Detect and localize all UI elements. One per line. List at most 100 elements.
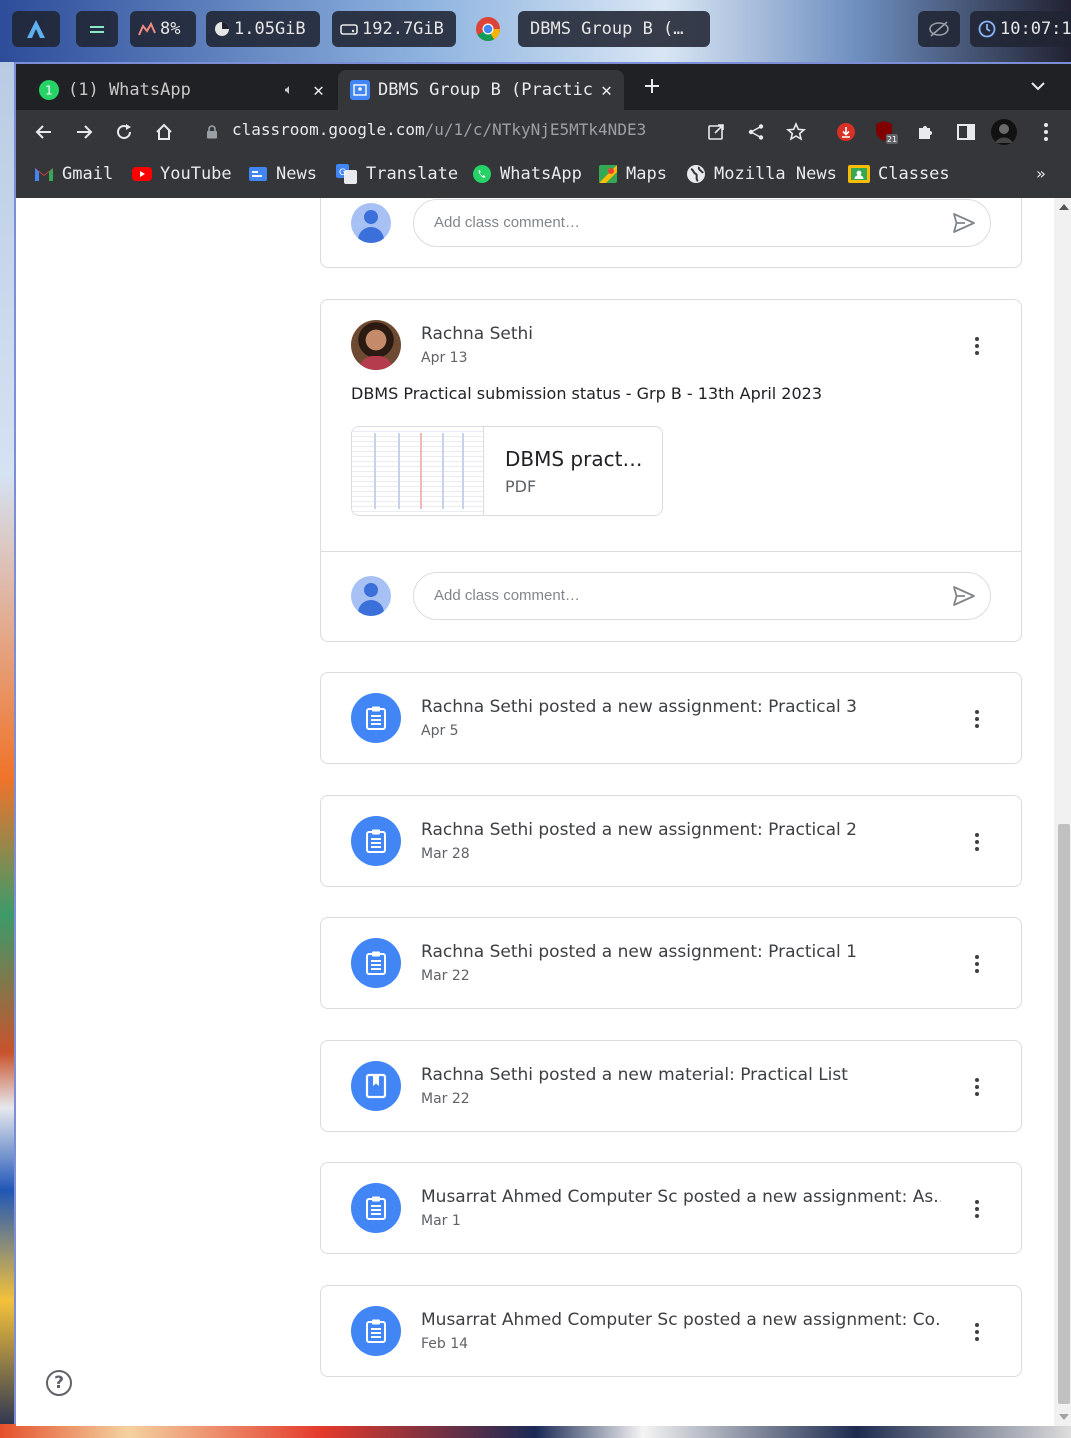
more-options-icon[interactable] (965, 830, 989, 854)
youtube-icon (132, 167, 152, 181)
disk-monitor[interactable]: 192.7GiB (332, 11, 456, 47)
back-button[interactable] (30, 118, 58, 146)
maps-icon (599, 165, 617, 183)
reload-button[interactable] (110, 118, 138, 146)
assignment-icon (351, 693, 401, 743)
bookmark-mozilla-news[interactable]: Mozilla News (686, 164, 837, 184)
more-options-icon[interactable] (965, 1320, 989, 1344)
cpu-chart-icon (138, 21, 156, 36)
active-window-title[interactable]: DBMS Group B (… (518, 11, 710, 47)
memory-monitor[interactable]: 1.05GiB (206, 11, 320, 47)
help-icon[interactable]: ? (46, 1370, 72, 1396)
more-options-icon[interactable] (965, 1075, 989, 1099)
privacy-toggle[interactable] (918, 11, 960, 47)
star-icon (786, 122, 806, 141)
desktop-wallpaper-left (0, 62, 14, 1438)
classroom-tab-icon (350, 80, 370, 100)
scrollbar-thumb[interactable] (1058, 824, 1070, 1404)
bookmark-maps[interactable]: Maps (598, 164, 667, 184)
download-extension-button[interactable] (832, 118, 860, 146)
address-bar[interactable]: classroom.google.com/u/1/c/NTkyNjE5MTk4N… (232, 120, 646, 139)
chevron-double-right-icon: » (1036, 164, 1046, 183)
scroll-up-arrow-icon[interactable] (1059, 204, 1069, 210)
assignment-icon (351, 938, 401, 988)
tab-dbms-group-b[interactable]: DBMS Group B (Practical ✕ (338, 70, 624, 110)
classroom-icon (848, 165, 870, 183)
more-options-icon[interactable] (965, 334, 989, 358)
share-button[interactable] (742, 118, 770, 146)
send-icon[interactable] (951, 210, 977, 236)
stream-post-card: Add class comment… (320, 198, 1022, 268)
open-in-app-button[interactable] (702, 118, 730, 146)
bookmarks-overflow-button[interactable]: » (1036, 164, 1046, 183)
chrome-taskbar-icon[interactable] (468, 11, 508, 47)
ublock-icon: 21 (876, 121, 898, 144)
send-icon[interactable] (951, 583, 977, 609)
clock-widget[interactable]: 10:07:1 (970, 11, 1071, 47)
side-panel-button[interactable] (952, 118, 980, 146)
stream-item[interactable]: Musarrat Ahmed Computer Sc posted a new … (320, 1162, 1022, 1254)
open-external-icon (708, 124, 724, 140)
bookmark-youtube[interactable]: YouTube (132, 164, 232, 184)
tab-label: (1) WhatsApp (68, 80, 191, 100)
tab-close-icon[interactable]: ✕ (313, 80, 324, 101)
bookmark-label: Classes (878, 164, 950, 184)
cpu-monitor[interactable]: 8% (130, 11, 196, 47)
stream-item[interactable]: Musarrat Ahmed Computer Sc posted a new … (320, 1285, 1022, 1377)
assignment-icon (351, 1306, 401, 1356)
attachment-thumbnail (352, 427, 484, 515)
class-comment-input[interactable]: Add class comment… (413, 199, 991, 247)
bookmark-classes[interactable]: Classes (848, 164, 950, 184)
assignment-icon (351, 1183, 401, 1233)
browser-menu-button[interactable] (1032, 118, 1060, 146)
stream-item[interactable]: Rachna Sethi posted a new assignment: Pr… (320, 795, 1022, 887)
memory-value: 1.05GiB (234, 19, 306, 39)
speaker-icon[interactable]: 🔈︎ (285, 82, 293, 98)
clock-value: 10:07:1 (1000, 19, 1071, 39)
more-options-icon[interactable] (965, 1197, 989, 1221)
bookmarks-bar: Gmail YouTube News G Translate WhatsApp … (16, 154, 1071, 198)
extensions-button[interactable] (912, 118, 940, 146)
reload-icon (117, 124, 131, 139)
page-scrollbar[interactable] (1054, 198, 1071, 1426)
stream-item[interactable]: Rachna Sethi posted a new material: Prac… (320, 1040, 1022, 1132)
tab-whatsapp[interactable]: 1 (1) WhatsApp 🔈︎ ✕ (26, 70, 336, 110)
browser-toolbar: classroom.google.com/u/1/c/NTkyNjE5MTk4N… (16, 110, 1071, 154)
bookmark-translate[interactable]: G Translate (336, 164, 458, 184)
post-date: Apr 13 (421, 350, 468, 366)
forward-button[interactable] (70, 118, 98, 146)
attachment-card[interactable]: DBMS pract… PDF (351, 426, 663, 516)
gmail-icon (35, 168, 53, 181)
tab-search-button[interactable] (1024, 72, 1052, 100)
menu-icon[interactable] (76, 11, 118, 47)
launcher-icon[interactable] (12, 11, 60, 47)
bookmark-star-button[interactable] (782, 118, 810, 146)
lock-icon[interactable] (202, 118, 222, 146)
stream-item[interactable]: Rachna Sethi posted a new assignment: Pr… (320, 672, 1022, 764)
class-comment-input[interactable]: Add class comment… (413, 572, 991, 620)
bookmark-news[interactable]: News (248, 164, 317, 184)
more-options-icon[interactable] (965, 952, 989, 976)
bookmark-gmail[interactable]: Gmail (34, 164, 113, 184)
eye-off-icon (929, 21, 949, 37)
scroll-down-arrow-icon[interactable] (1059, 1414, 1069, 1420)
google-news-icon (249, 167, 267, 181)
new-tab-button[interactable] (638, 72, 666, 100)
stream-item[interactable]: Rachna Sethi posted a new assignment: Pr… (320, 917, 1022, 1009)
classroom-stream: Add class comment… Rachna Sethi Apr 13 D… (16, 198, 1054, 1426)
bookmark-whatsapp[interactable]: WhatsApp (472, 164, 582, 184)
clock-icon (978, 20, 996, 38)
globe-icon (687, 165, 705, 183)
more-options-icon[interactable] (965, 707, 989, 731)
ublock-extension-button[interactable]: 21 (872, 118, 900, 146)
tab-close-icon[interactable]: ✕ (601, 80, 612, 101)
chevron-down-icon (1031, 82, 1045, 91)
url-host: classroom.google.com (232, 120, 425, 139)
home-button[interactable] (150, 118, 178, 146)
stream-item-title: Musarrat Ahmed Computer Sc posted a new … (421, 1187, 941, 1207)
bookmark-label: WhatsApp (500, 164, 582, 184)
svg-text:G: G (339, 168, 346, 178)
profile-avatar-button[interactable] (990, 118, 1018, 146)
bookmark-label: Maps (626, 164, 667, 184)
material-icon (351, 1061, 401, 1111)
